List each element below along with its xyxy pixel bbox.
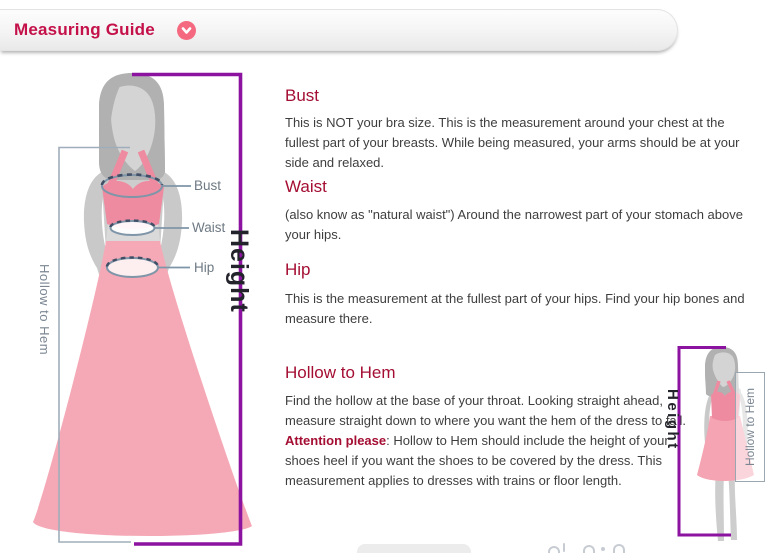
cropped-element-hint: [357, 544, 471, 553]
collapse-toggle-button[interactable]: [177, 21, 196, 40]
height-axis-label-small: Height: [664, 389, 681, 451]
hollow-to-hem-axis-label: Hollow to Hem: [37, 264, 52, 355]
section-body-waist: (also know as "natural waist") Around th…: [285, 205, 755, 245]
measuring-guide-page: Measuring Guide: [0, 0, 778, 553]
cropped-text-hint: [601, 547, 605, 551]
section-heading-hollow-to-hem: Hollow to Hem: [285, 363, 396, 383]
hollow-body-text: Find the hollow at the base of your thro…: [285, 393, 686, 428]
hollow-to-hem-axis-label-small: Hollow to Hem: [743, 388, 757, 466]
section-body-bust: This is NOT your bra size. This is the m…: [285, 113, 755, 173]
page-title: Measuring Guide: [14, 20, 155, 40]
attention-label: Attention please: [285, 433, 386, 448]
height-axis-label: Height: [224, 229, 253, 313]
cropped-text-hint: [563, 543, 565, 552]
chevron-down-icon: [177, 21, 196, 40]
bust-callout-label: Bust: [194, 178, 221, 193]
section-body-hip: This is the measurement at the fullest p…: [285, 289, 755, 329]
cropped-text-hint: [548, 546, 560, 553]
section-heading-bust: Bust: [285, 86, 319, 106]
hip-callout-label: Hip: [194, 260, 214, 275]
cropped-text-hint: [583, 545, 595, 553]
hollow-to-hem-label-box: Hollow to Hem: [735, 372, 765, 482]
waist-callout-label: Waist: [192, 220, 225, 235]
measuring-guide-header-bar[interactable]: Measuring Guide: [0, 9, 678, 51]
section-heading-hip: Hip: [285, 260, 311, 280]
cropped-text-hint: [613, 544, 625, 553]
section-heading-waist: Waist: [285, 177, 327, 197]
